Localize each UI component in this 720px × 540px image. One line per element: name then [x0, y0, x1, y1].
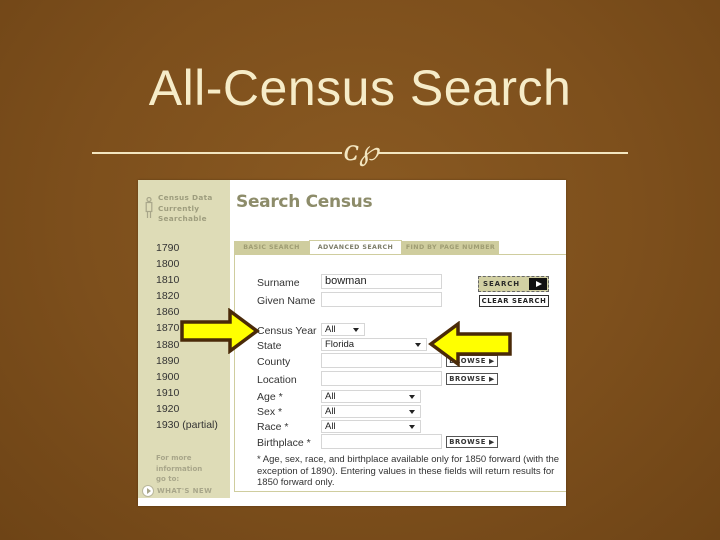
footnote-text: * Age, sex, race, and birthplace availab…	[257, 454, 560, 488]
census-year-value: All	[325, 324, 336, 335]
census-year-link[interactable]: 1900	[156, 369, 218, 385]
sex-label: Sex *	[257, 406, 283, 418]
surname-label: Surname	[257, 277, 300, 289]
census-year-label: Census Year	[257, 325, 317, 337]
slide-title: All-Census Search	[148, 60, 572, 116]
page-title: Search Census	[236, 192, 373, 212]
age-value: All	[325, 391, 336, 402]
chevron-down-icon	[409, 410, 415, 414]
census-year-link[interactable]: 1810	[156, 272, 218, 288]
chevron-down-icon	[415, 343, 421, 347]
state-value: Florida	[325, 339, 355, 350]
search-tabs: BASIC SEARCH ADVANCED SEARCH FIND BY PAG…	[234, 240, 499, 254]
race-label: Race *	[257, 421, 289, 433]
sidebar-heading-line: Searchable	[158, 214, 207, 223]
search-button-label: SEARCH	[483, 280, 521, 288]
divider-line-left	[92, 152, 342, 154]
given-name-label: Given Name	[257, 295, 316, 307]
search-button[interactable]: SEARCH	[478, 276, 549, 292]
birthplace-browse-button[interactable]: BROWSE ▶	[446, 436, 498, 448]
age-label: Age *	[257, 391, 283, 403]
play-arrow-icon	[529, 278, 547, 290]
location-input[interactable]	[321, 371, 442, 386]
more-info-line: For more	[156, 454, 192, 462]
play-circle-icon	[142, 485, 154, 497]
race-value: All	[325, 421, 336, 432]
county-input[interactable]	[321, 353, 442, 368]
more-info-line: information	[156, 464, 203, 473]
chevron-down-icon	[409, 395, 415, 399]
advanced-search-panel: Surname bowman Given Name SEARCH CLEAR S…	[234, 254, 566, 492]
main-content: Search Census BASIC SEARCH ADVANCED SEAR…	[230, 180, 566, 506]
chevron-down-icon	[409, 425, 415, 429]
whats-new-link[interactable]: WHAT'S NEW	[142, 485, 212, 497]
state-label: State	[257, 340, 282, 352]
race-select[interactable]: All	[321, 420, 421, 433]
birthplace-label: Birthplace *	[257, 437, 311, 449]
more-info-text: For more information go to:	[156, 453, 226, 485]
location-browse-button[interactable]: BROWSE ▶	[446, 373, 498, 385]
divider-line-right	[378, 152, 628, 154]
given-name-input[interactable]	[321, 292, 442, 307]
chevron-down-icon	[353, 328, 359, 332]
whats-new-label: WHAT'S NEW	[157, 487, 213, 495]
census-year-link[interactable]: 1890	[156, 353, 218, 369]
highlight-arrow-left-icon	[428, 321, 512, 367]
location-label: Location	[257, 374, 297, 386]
sidebar-heading-line: Census Data	[158, 193, 213, 202]
sex-select[interactable]: All	[321, 405, 421, 418]
census-year-link[interactable]: 1930 (partial)	[156, 417, 218, 433]
age-select[interactable]: All	[321, 390, 421, 403]
census-year-link[interactable]: 1910	[156, 385, 218, 401]
census-year-link[interactable]: 1920	[156, 401, 218, 417]
census-year-select[interactable]: All	[321, 323, 365, 336]
census-year-link[interactable]: 1820	[156, 288, 218, 304]
state-select[interactable]: Florida	[321, 338, 427, 351]
census-year-link[interactable]: 1790	[156, 240, 218, 256]
surname-input[interactable]: bowman	[321, 274, 442, 289]
more-info-line: go to:	[156, 475, 180, 483]
sidebar-heading: Census Data Currently Searchable	[141, 192, 227, 230]
sidebar-heading-line: Currently	[158, 203, 200, 213]
highlight-arrow-right-icon	[180, 308, 260, 354]
census-figure-icon	[145, 197, 153, 218]
county-label: County	[257, 356, 291, 368]
birthplace-input[interactable]	[321, 434, 442, 449]
clear-search-button[interactable]: CLEAR SEARCH	[479, 295, 549, 307]
census-year-link[interactable]: 1800	[156, 256, 218, 272]
flourish-ornament-icon: ᴄ℘	[343, 134, 379, 167]
sidebar-bottom-strip	[138, 498, 230, 506]
tab-find-by-page-number[interactable]: FIND BY PAGE NUMBER	[402, 241, 499, 254]
tab-basic-search[interactable]: BASIC SEARCH	[234, 241, 309, 254]
sex-value: All	[325, 406, 336, 417]
tab-advanced-search[interactable]: ADVANCED SEARCH	[309, 240, 402, 254]
